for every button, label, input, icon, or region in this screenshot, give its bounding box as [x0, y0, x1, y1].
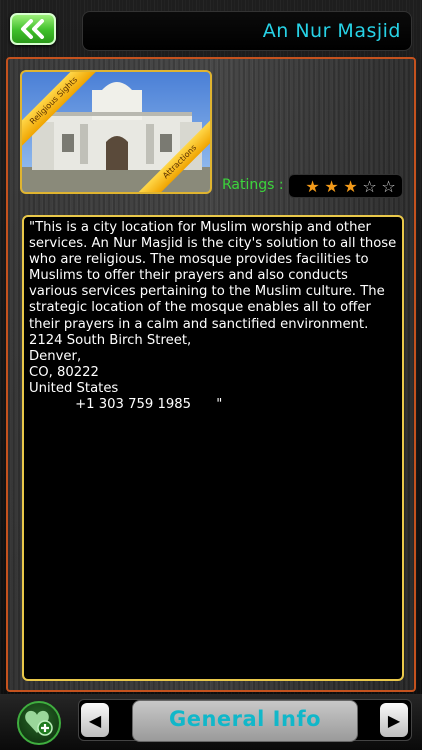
- section-label: General Info: [168, 707, 322, 731]
- description-text: "This is a city location for Muslim wors…: [29, 220, 397, 413]
- add-favorite-button[interactable]: [17, 701, 61, 745]
- ratings-stars: ★ ★ ★ ☆ ☆: [288, 174, 403, 198]
- triangle-left-icon: ◀: [88, 710, 102, 730]
- double-chevron-left-icon: [21, 19, 44, 39]
- place-photo: Religious Sights Attractions: [20, 70, 212, 194]
- star-outline-icon: ☆: [362, 176, 377, 196]
- next-section-button[interactable]: ▶: [380, 703, 408, 737]
- description-box[interactable]: "This is a city location for Muslim wors…: [22, 215, 404, 681]
- prev-section-button[interactable]: ◀: [81, 703, 109, 737]
- star-outline-icon: ☆: [381, 176, 396, 196]
- page-title: An Nur Masjid: [262, 20, 401, 42]
- star-icon: ★: [305, 176, 320, 196]
- heart-add-icon: [25, 710, 53, 736]
- cathedral-image: [22, 82, 210, 192]
- star-icon: ★: [343, 176, 358, 196]
- ratings-label: Ratings :: [222, 177, 284, 193]
- star-icon: ★: [324, 176, 339, 196]
- back-button[interactable]: [10, 13, 56, 45]
- title-bar: An Nur Masjid: [82, 11, 412, 51]
- triangle-right-icon: ▶: [387, 710, 401, 730]
